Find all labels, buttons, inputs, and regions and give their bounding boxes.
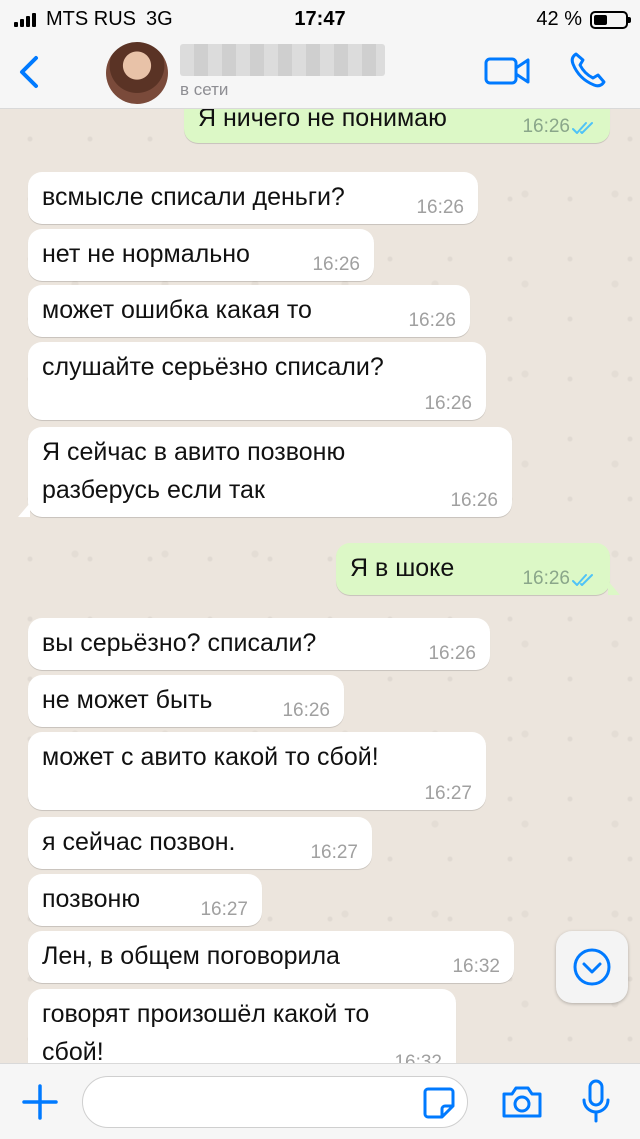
attach-button[interactable] [20, 1082, 60, 1122]
video-call-button[interactable] [484, 54, 530, 88]
message-time: 16:26 [282, 700, 330, 721]
avatar[interactable] [106, 42, 168, 104]
message-text: вы серьёзно? списали? [42, 629, 317, 657]
message-time: 16:27 [424, 783, 472, 804]
chevron-down-icon [573, 948, 611, 986]
message-time: 16:26 [416, 197, 464, 218]
back-chevron-icon [20, 56, 38, 88]
incoming-message[interactable]: Я сейчас в авито позвоню разберусь если … [18, 427, 512, 517]
message-text: может ошибка какая то [42, 296, 312, 324]
outgoing-message[interactable]: Я ничего не понимаю 16:26 [184, 109, 610, 143]
bubble-tail [608, 581, 620, 595]
status-right: 42 % [536, 8, 631, 31]
incoming-message[interactable]: говорят произошёл какой то сбой! 16:32 [28, 989, 456, 1063]
message-time: 16:26 [312, 254, 360, 275]
message-time: 16:26 [424, 393, 472, 414]
incoming-message[interactable]: может ошибка какая то 16:26 [28, 285, 470, 337]
battery-percent: 42 % [536, 8, 582, 30]
back-button[interactable] [10, 50, 50, 94]
message-text: может с авито какой то сбой! [42, 743, 379, 771]
incoming-message[interactable]: я сейчас позвон. 16:27 [28, 817, 372, 869]
battery-icon [590, 10, 631, 29]
incoming-message[interactable]: позвоню 16:27 [28, 874, 262, 926]
message-time: 16:26 [522, 568, 570, 589]
message-time: 16:32 [452, 956, 500, 977]
read-ticks-icon [572, 574, 593, 586]
voice-call-button[interactable] [568, 50, 608, 90]
chat-header: в сети [0, 38, 640, 109]
incoming-message[interactable]: вы серьёзно? списали? 16:26 [28, 618, 490, 670]
incoming-message[interactable]: Лен, в общем поговорила 16:32 [28, 931, 514, 983]
message-time: 16:26 [450, 490, 498, 511]
bubble-tail [18, 503, 30, 517]
camera-button[interactable] [500, 1082, 544, 1122]
message-time: 16:26 [428, 643, 476, 664]
scroll-down-button[interactable] [556, 931, 628, 1003]
message-time: 16:27 [310, 842, 358, 863]
status-bar: MTS RUS 3G 17:47 42 % [0, 0, 640, 38]
camera-icon [502, 1086, 542, 1118]
message-text: всмысле списали деньги? [42, 183, 345, 211]
message-text: слушайте серьёзно списали? [42, 353, 384, 381]
outgoing-message[interactable]: Я в шоке 16:26 [336, 543, 620, 595]
message-time: 16:32 [394, 1052, 442, 1064]
contact-status: в сети [180, 80, 229, 99]
chat-area[interactable]: Я ничего не понимаю 16:26 всмысле списали … [0, 109, 640, 1063]
message-time: 16:26 [408, 310, 456, 331]
contact-name-blurred[interactable] [180, 44, 385, 76]
plus-icon [22, 1084, 58, 1120]
incoming-message[interactable]: слушайте серьёзно списали? 16:26 [28, 342, 486, 420]
microphone-icon [582, 1079, 610, 1123]
message-text: Я сейчас в авито позвоню разберусь если … [42, 438, 346, 504]
incoming-message[interactable]: не может быть 16:26 [28, 675, 344, 727]
incoming-message[interactable]: всмысле списали деньги? 16:26 [28, 172, 478, 224]
phone-icon [570, 52, 606, 88]
message-time: 16:26 [522, 116, 570, 137]
microphone-button[interactable] [580, 1078, 612, 1124]
message-text: говорят произошёл какой то сбой! [42, 1000, 370, 1063]
message-input[interactable] [82, 1076, 468, 1128]
sticker-button[interactable] [422, 1086, 456, 1120]
message-time: 16:27 [200, 899, 248, 920]
read-ticks-icon [572, 122, 593, 134]
input-bar [0, 1063, 640, 1139]
incoming-message[interactable]: может с авито какой то сбой! 16:27 [28, 732, 486, 810]
sticker-icon [423, 1087, 455, 1119]
video-call-icon [484, 57, 530, 85]
incoming-message[interactable]: нет не нормально 16:26 [28, 229, 374, 281]
message-text: Лен, в общем поговорила [42, 942, 340, 970]
